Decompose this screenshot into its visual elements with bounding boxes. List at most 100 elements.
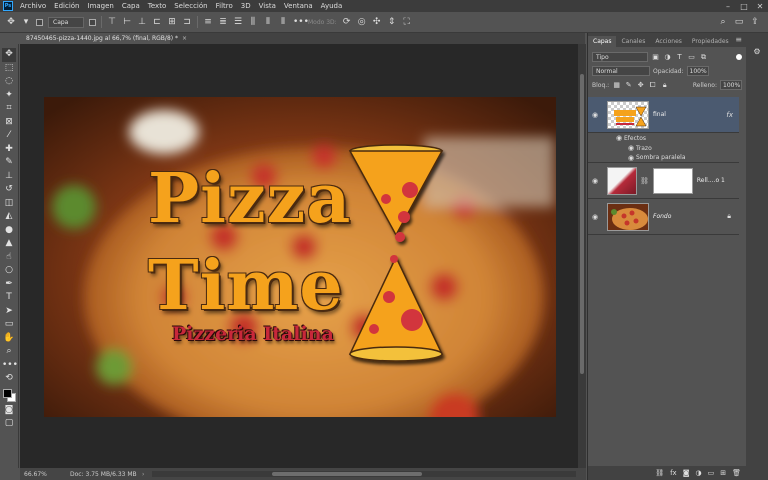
layer-fill[interactable]: ◉ ⛓ Rell....o 1 [588,163,739,199]
new-group-icon[interactable]: ▭ [708,469,715,477]
smudge-tool-icon[interactable]: ☝ [2,251,16,265]
eraser-tool-icon[interactable]: ◫ [2,197,16,211]
distribute-right-icon[interactable]: ⫴ [278,17,288,27]
delete-layer-icon[interactable]: 🗑︎ [732,469,741,477]
horizontal-scroll-thumb[interactable] [272,472,422,476]
opacity-field[interactable]: 100% [686,66,709,76]
vertical-scrollbar[interactable] [578,44,586,468]
filter-toggle[interactable] [736,54,742,60]
layer-filter-select[interactable]: Tipo [592,52,648,62]
shape-tool-icon[interactable]: ▭ [2,318,16,332]
effects-group-row[interactable]: ◉ Efectos [588,133,739,143]
lock-transparency-icon[interactable]: ▦ [612,81,621,89]
align-middle-icon[interactable]: ⊢ [122,17,132,27]
brush-tool-icon[interactable]: ✎ [2,156,16,170]
fill-field[interactable]: 100% [720,80,742,90]
effect-drop-shadow-row[interactable]: ◉ Sombra paralela [588,153,739,163]
menu-seleccion[interactable]: Selección [170,2,211,10]
menu-texto[interactable]: Texto [144,2,170,10]
path-selection-tool-icon[interactable]: ➤ [2,305,16,319]
visibility-eye-icon[interactable]: ◉ [626,144,636,152]
fx-badge[interactable]: fx [726,111,733,119]
magic-wand-tool-icon[interactable]: ✦ [2,89,16,103]
menu-archivo[interactable]: Archivo [16,2,50,10]
align-right-icon[interactable]: ⊐ [182,17,192,27]
history-brush-tool-icon[interactable]: ↺ [2,183,16,197]
foreground-color-swatch[interactable] [3,388,12,398]
layer-fondo[interactable]: ◉ Fondo 🔒︎ [588,199,739,235]
pen-tool-icon[interactable]: ✒ [2,278,16,292]
menu-filtro[interactable]: Filtro [212,2,237,10]
blend-mode-select[interactable]: Normal [592,66,650,76]
add-mask-icon[interactable]: ◙ [683,469,690,477]
link-chain-icon[interactable]: ⛓ [640,177,649,185]
distribute-middle-icon[interactable]: ≣ [218,17,228,27]
more-options-icon[interactable]: ••• [293,17,309,27]
menu-imagen[interactable]: Imagen [84,2,118,10]
maximize-button[interactable]: □ [736,2,752,11]
crop-tool-icon[interactable]: ⌗ [2,102,16,116]
panel-menu-icon[interactable]: ≡ [735,35,742,44]
layer-mask-thumbnail[interactable] [652,167,693,194]
tab-acciones[interactable]: Acciones [650,36,687,47]
align-left-icon[interactable]: ⊏ [152,17,162,27]
quick-mask-icon[interactable]: ◙ [2,404,16,418]
lock-pixels-icon[interactable]: ✎ [624,81,633,89]
menu-3d[interactable]: 3D [237,2,255,10]
auto-select-dropdown[interactable]: Capa [48,16,84,28]
canvas-area[interactable]: Pizza Time Pizzeria Italina [20,44,578,468]
frame-tool-icon[interactable]: ⊠ [2,116,16,130]
distribute-left-icon[interactable]: ⫼ [248,17,258,27]
close-tab-icon[interactable]: × [182,35,187,42]
healing-brush-tool-icon[interactable]: ✚ [2,143,16,157]
vertical-scroll-thumb[interactable] [580,74,584,374]
menu-edicion[interactable]: Edición [50,2,83,10]
dropdown-arrow-icon[interactable]: ▾ [21,17,31,27]
menu-ventana[interactable]: Ventana [280,2,317,10]
search-icon[interactable]: ⌕ [718,17,728,27]
distribute-center-icon[interactable]: ⦀ [263,17,273,27]
transform-controls-checkbox[interactable] [89,18,96,26]
slide-3d-icon[interactable]: ⇕ [387,17,397,27]
screen-mode-icon[interactable]: ▢ [2,417,16,431]
share-icon[interactable]: ⇪ [750,17,760,27]
menu-capa[interactable]: Capa [118,2,144,10]
hand-tool-icon[interactable]: ✋ [2,332,16,346]
color-swatches[interactable] [2,388,16,404]
tab-canales[interactable]: Canales [616,36,650,47]
edit-toolbar-icon[interactable]: ••• [2,359,18,373]
new-adjustment-icon[interactable]: ◑ [696,469,702,477]
rotate-view-tool-icon[interactable]: ⟲ [2,372,16,386]
eyedropper-tool-icon[interactable]: ⁄ [2,129,16,143]
sponge-tool-icon[interactable]: ○ [2,264,16,278]
visibility-eye-icon[interactable]: ◉ [626,154,636,162]
close-window-button[interactable]: ✕ [752,2,768,11]
dodge-tool-icon[interactable]: ▲ [2,237,16,251]
filter-pixel-icon[interactable]: ▣ [651,53,660,61]
effect-stroke-row[interactable]: ◉ Trazo [588,143,739,153]
blur-tool-icon[interactable]: ● [2,224,16,238]
document-image[interactable]: Pizza Time Pizzeria Italina [44,97,556,417]
lock-position-icon[interactable]: ✥ [636,81,645,89]
type-tool-icon[interactable]: T [2,291,16,305]
paint-bucket-tool-icon[interactable]: ◭ [2,210,16,224]
orbit-3d-icon[interactable]: ⟳ [342,17,352,27]
align-center-icon[interactable]: ⊞ [167,17,177,27]
distribute-bottom-icon[interactable]: ☰ [233,17,243,27]
tab-propiedades[interactable]: Propiedades [687,36,734,47]
move-tool-icon[interactable]: ✥ [6,17,16,27]
marquee-tool-icon[interactable]: ⬚ [2,62,16,76]
clone-stamp-tool-icon[interactable]: ⊥ [2,170,16,184]
new-layer-icon[interactable]: ⊞ [720,469,726,477]
visibility-eye-icon[interactable]: ◉ [588,111,602,119]
learn-panel-icon[interactable]: ⚙ [750,47,764,59]
visibility-eye-icon[interactable]: ◉ [588,177,602,185]
roll-3d-icon[interactable]: ◎ [357,17,367,27]
tab-capas[interactable]: Capas [588,36,617,47]
zoom-tool-icon[interactable]: ⌕ [2,345,16,359]
status-menu-arrow[interactable]: › [142,471,152,478]
workspace-icon[interactable]: ▭ [734,17,744,27]
layer-final[interactable]: ◉ final fx [588,97,739,133]
zoom-level[interactable]: 66.67% [20,471,70,478]
lock-all-icon[interactable]: 🔒︎ [660,81,669,90]
